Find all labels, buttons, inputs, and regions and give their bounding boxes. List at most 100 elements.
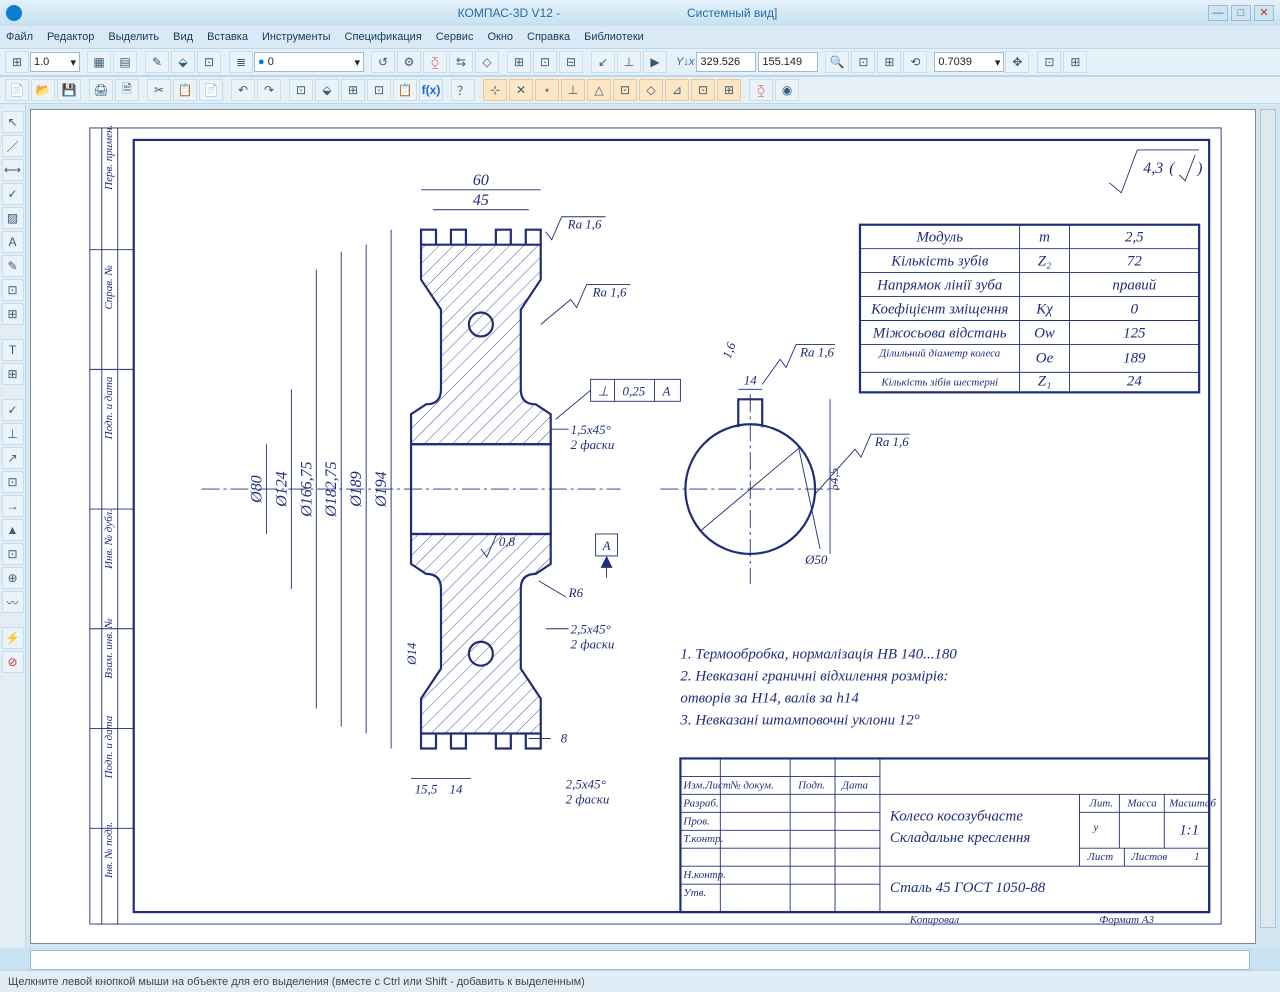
menu-select[interactable]: Выделить	[108, 31, 159, 43]
snap-btn[interactable]: ⊞	[717, 79, 741, 101]
redo-icon[interactable]: ↷	[257, 79, 281, 101]
menu-insert[interactable]: Вставка	[207, 31, 248, 43]
zoom-in-icon[interactable]: 🔍	[825, 51, 849, 73]
tol-icon[interactable]: ⊡	[2, 471, 24, 493]
menu-view[interactable]: Вид	[173, 31, 193, 43]
vertical-scrollbar[interactable]	[1260, 109, 1276, 928]
line-icon[interactable]: ／	[2, 135, 24, 157]
tool-btn[interactable]: ↺	[371, 51, 395, 73]
tool-btn[interactable]: ⊡	[1037, 51, 1061, 73]
preview-icon[interactable]: 🗎	[115, 79, 139, 101]
rough-icon[interactable]: ✓	[2, 183, 24, 205]
edit-icon[interactable]: ✎	[2, 255, 24, 277]
measure-icon[interactable]: ⊞	[2, 303, 24, 325]
tool-btn[interactable]: ⚙	[397, 51, 421, 73]
command-input[interactable]	[30, 950, 1250, 970]
help-icon[interactable]: ？	[451, 79, 475, 101]
tool-btn[interactable]: ⊡	[533, 51, 557, 73]
tool-btn[interactable]: 📋	[393, 79, 417, 101]
tool-btn[interactable]: ✎	[145, 51, 169, 73]
snap-btn[interactable]: ⊥	[561, 79, 585, 101]
copy-icon[interactable]: 📋	[173, 79, 197, 101]
menu-help[interactable]: Справка	[527, 31, 570, 43]
wave-icon[interactable]: 〰	[2, 591, 24, 613]
snap-btn[interactable]: ⋆	[535, 79, 559, 101]
tool-btn[interactable]: ⊡	[289, 79, 313, 101]
tool-btn[interactable]: ⊞	[1063, 51, 1087, 73]
rough2-icon[interactable]: ✓	[2, 399, 24, 421]
arrow2-icon[interactable]: →	[2, 495, 24, 517]
menu-libs[interactable]: Библиотеки	[584, 31, 644, 43]
tool-btn[interactable]: ⇆	[449, 51, 473, 73]
leader-icon[interactable]: ↗	[2, 447, 24, 469]
magnet-icon[interactable]: ⧲	[749, 79, 773, 101]
magnet-icon[interactable]: ⧲	[423, 51, 447, 73]
tool-btn[interactable]: ↙	[591, 51, 615, 73]
maximize-button[interactable]: □	[1231, 5, 1251, 21]
base-icon[interactable]: ⊥	[2, 423, 24, 445]
snap-btn[interactable]: ⊡	[613, 79, 637, 101]
coord-x-field[interactable]: 329.526	[696, 52, 756, 72]
menu-service[interactable]: Сервис	[436, 31, 474, 43]
tool-btn[interactable]: ⊞	[341, 79, 365, 101]
snap-btn[interactable]: ◇	[639, 79, 663, 101]
open-icon[interactable]: 📂	[31, 79, 55, 101]
zoom-field[interactable]: 0.7039▾	[934, 52, 1004, 72]
text-icon[interactable]: A	[2, 231, 24, 253]
layer-field[interactable]: ● 0▾	[254, 52, 364, 72]
tool-btn[interactable]: ▤	[113, 51, 137, 73]
tool-btn[interactable]: ◇	[475, 51, 499, 73]
menu-file[interactable]: Файл	[6, 31, 33, 43]
datum-icon[interactable]: ▲	[2, 519, 24, 541]
shaft-hole-view: Ø50 14 1,6 54,5 Ra 1,6 Ra 1,6	[660, 340, 909, 584]
table-icon[interactable]: ⊞	[2, 363, 24, 385]
cut-icon[interactable]: ✂	[147, 79, 171, 101]
print-icon[interactable]: 🖨	[89, 79, 113, 101]
tool-btn[interactable]: ▶	[643, 51, 667, 73]
text2-icon[interactable]: T	[2, 339, 24, 361]
snap-btn[interactable]: ⊡	[691, 79, 715, 101]
paste-icon[interactable]: 📄	[199, 79, 223, 101]
tool-btn[interactable]: ⬙	[171, 51, 195, 73]
snap-btn[interactable]: ✕	[509, 79, 533, 101]
tool-btn[interactable]: ▦	[87, 51, 111, 73]
drawing-canvas[interactable]: Інв. № подл. Подп. и дата Взам. инв. № И…	[30, 109, 1256, 944]
tool-btn[interactable]: ◉	[775, 79, 799, 101]
svg-text:Формат А3: Формат А3	[1099, 914, 1154, 926]
zoom-prev-icon[interactable]: ⟲	[903, 51, 927, 73]
menu-window[interactable]: Окно	[487, 31, 513, 43]
tool-btn[interactable]: ⊞	[507, 51, 531, 73]
coord-y-field[interactable]: 155.149	[758, 52, 818, 72]
menu-edit[interactable]: Редактор	[47, 31, 94, 43]
dim-icon[interactable]: ⟷	[2, 159, 24, 181]
snap-btn[interactable]: ⊿	[665, 79, 689, 101]
cancel-icon[interactable]: ⊘	[2, 651, 24, 673]
tool-btn[interactable]: ⊡	[197, 51, 221, 73]
minimize-button[interactable]: —	[1208, 5, 1228, 21]
arrow-icon[interactable]: ↖	[2, 111, 24, 133]
zoom-fit-icon[interactable]: ⊞	[877, 51, 901, 73]
save-icon[interactable]: 💾	[57, 79, 81, 101]
tool-btn[interactable]: ⊟	[559, 51, 583, 73]
close-button[interactable]: ✕	[1254, 5, 1274, 21]
menu-spec[interactable]: Спецификация	[345, 31, 422, 43]
fx-icon[interactable]: f(x)	[419, 79, 443, 101]
tool-btn[interactable]: ⬙	[315, 79, 339, 101]
hatch-icon[interactable]: ▨	[2, 207, 24, 229]
mark-icon[interactable]: ⊡	[2, 543, 24, 565]
undo-icon[interactable]: ↶	[231, 79, 255, 101]
new-icon[interactable]: 📄	[5, 79, 29, 101]
param-icon[interactable]: ⊡	[2, 279, 24, 301]
grid-icon[interactable]: ⊞	[5, 51, 29, 73]
menu-tools[interactable]: Инструменты	[262, 31, 331, 43]
flash-icon[interactable]: ⚡	[2, 627, 24, 649]
layers-icon[interactable]: ≣	[229, 51, 253, 73]
tool-btn[interactable]: ⊡	[367, 79, 391, 101]
snap-btn[interactable]: ⊹	[483, 79, 507, 101]
pan-icon[interactable]: ✥	[1005, 51, 1029, 73]
snap-btn[interactable]: △	[587, 79, 611, 101]
center-icon[interactable]: ⊕	[2, 567, 24, 589]
tool-btn[interactable]: ⊥	[617, 51, 641, 73]
line-style-field[interactable]: 1.0▾	[30, 52, 80, 72]
zoom-window-icon[interactable]: ⊡	[851, 51, 875, 73]
